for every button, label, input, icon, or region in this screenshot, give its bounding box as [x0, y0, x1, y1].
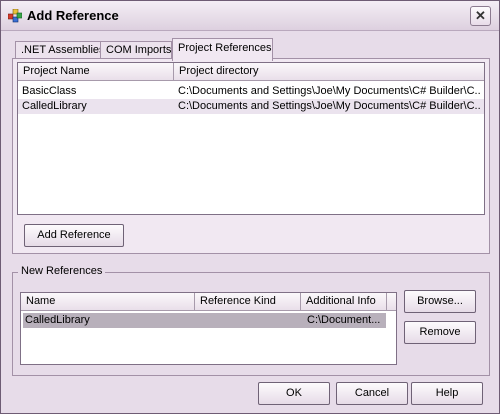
- column-project-name[interactable]: Project Name: [18, 63, 174, 81]
- tab-label: Project References: [178, 42, 272, 54]
- app-icon: [8, 9, 22, 23]
- close-icon: ✕: [475, 8, 486, 23]
- reference-name-cell: CalledLibrary: [25, 314, 90, 326]
- browse-button[interactable]: Browse...: [404, 290, 476, 313]
- cancel-button[interactable]: Cancel: [336, 382, 408, 405]
- add-reference-button[interactable]: Add Reference: [24, 224, 124, 247]
- project-name-cell: CalledLibrary: [22, 100, 87, 112]
- project-row-basicclass[interactable]: BasicClass C:\Documents and Settings\Joe…: [18, 84, 484, 99]
- column-project-directory[interactable]: Project directory: [174, 63, 484, 81]
- dialog-title: Add Reference: [27, 8, 119, 23]
- ok-button[interactable]: OK: [258, 382, 330, 405]
- project-row-calledlibrary[interactable]: CalledLibrary C:\Documents and Settings\…: [18, 99, 484, 114]
- new-reference-row[interactable]: CalledLibrary C:\Document...: [23, 313, 386, 328]
- project-dir-cell: C:\Documents and Settings\Joe\My Documen…: [178, 85, 480, 97]
- reference-info-cell: C:\Document...: [307, 314, 381, 326]
- column-reference-kind[interactable]: Reference Kind: [195, 293, 301, 311]
- title-bar[interactable]: Add Reference ✕: [1, 1, 499, 31]
- project-list-header: Project Name Project directory: [18, 63, 484, 81]
- new-references-list[interactable]: Name Reference Kind Additional Info Call…: [20, 292, 397, 365]
- project-name-cell: BasicClass: [22, 85, 77, 97]
- project-list[interactable]: Project Name Project directory BasicClas…: [17, 62, 485, 215]
- tab-project-references[interactable]: Project References: [172, 38, 273, 61]
- column-additional-info[interactable]: Additional Info: [301, 293, 387, 311]
- tab-label: .NET Assemblies: [21, 44, 105, 56]
- column-name[interactable]: Name: [21, 293, 195, 311]
- project-dir-cell: C:\Documents and Settings\Joe\My Documen…: [178, 100, 480, 112]
- new-references-header: Name Reference Kind Additional Info: [21, 293, 396, 311]
- close-button[interactable]: ✕: [470, 6, 491, 26]
- help-button[interactable]: Help: [411, 382, 483, 405]
- project-references-panel: Project Name Project directory BasicClas…: [12, 58, 490, 254]
- new-references-label: New References: [18, 265, 106, 277]
- remove-button[interactable]: Remove: [404, 321, 476, 344]
- tab-label: COM Imports: [106, 44, 172, 56]
- add-reference-dialog: Add Reference ✕ .NET Assemblies COM Impo…: [0, 0, 500, 414]
